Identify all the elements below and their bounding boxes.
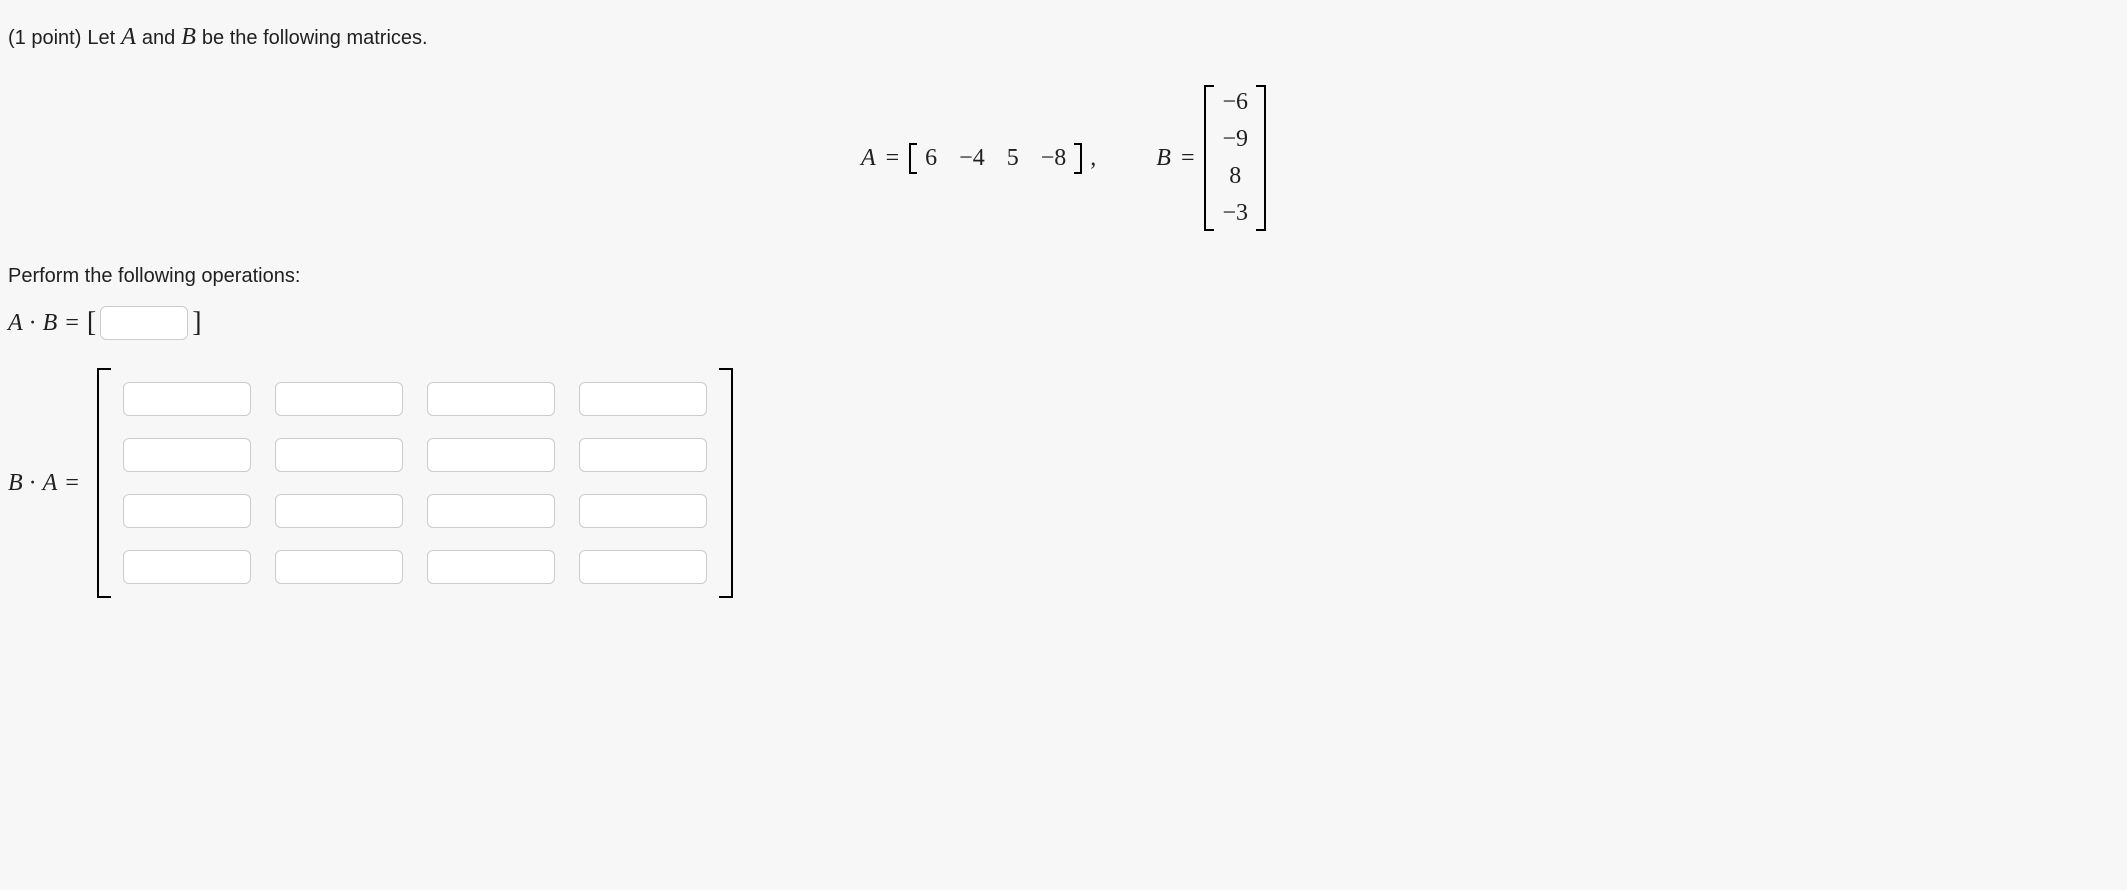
ba-input-r1c3[interactable] [427,382,555,416]
ba-input-r2c3[interactable] [427,438,555,472]
dot-operator: · [23,470,43,497]
ba-input-r1c4[interactable] [579,382,707,416]
ba-input-r2c4[interactable] [579,438,707,472]
symbol-A: A [121,24,136,51]
left-bracket-icon [909,143,917,174]
ba-answer-row: B · A = [8,368,2119,598]
ba-input-r1c1[interactable] [123,382,251,416]
intro-post: be the following matrices. [202,27,428,50]
ba-input-r1c2[interactable] [275,382,403,416]
right-bracket-icon [719,368,733,598]
matrix-A-cell: −4 [959,145,985,172]
matrix-A-cell: −8 [1041,145,1067,172]
right-bracket-icon: ] [188,307,201,339]
comma: , [1082,145,1096,172]
ab-B: B [43,310,58,337]
matrix-B-cell: −6 [1222,89,1248,116]
matrix-B-cell: 8 [1229,163,1241,190]
intro-pre: Let [87,27,115,50]
ba-input-r2c1[interactable] [123,438,251,472]
left-bracket-icon [97,368,111,598]
ba-input-r3c1[interactable] [123,494,251,528]
ab-A: A [8,310,23,337]
equals-sign: = [876,145,910,172]
matrix-A: 6 −4 5 −8 [909,143,1082,174]
right-bracket-icon [1074,143,1082,174]
A-label: A [861,145,876,172]
ba-A: A [43,470,58,497]
ab-answer-row: A · B = [ ] [8,306,2119,340]
left-bracket-icon: [ [87,307,96,339]
ba-input-r3c3[interactable] [427,494,555,528]
ba-input-r3c2[interactable] [275,494,403,528]
perform-label: Perform the following operations: [8,265,2119,288]
ba-input-r2c2[interactable] [275,438,403,472]
matrix-B-cell: −3 [1222,200,1248,227]
ba-B: B [8,470,23,497]
equals-sign: = [1171,145,1205,172]
ba-input-r4c1[interactable] [123,550,251,584]
symbol-B: B [181,24,196,51]
points-label: (1 point) [8,27,81,50]
matrix-A-cell: 5 [1007,145,1019,172]
dot-operator: · [23,310,43,337]
ba-answer-matrix [97,368,733,598]
right-bracket-icon [1256,85,1266,231]
left-bracket-icon [1204,85,1214,231]
matrix-B: −6 −9 8 −3 [1204,85,1266,231]
equals-sign: = [57,310,87,337]
ba-input-r4c2[interactable] [275,550,403,584]
matrix-definitions: A = 6 −4 5 −8 , B = −6 −9 [8,85,2119,231]
ab-input[interactable] [100,306,188,340]
B-label: B [1156,145,1171,172]
equals-sign: = [57,470,87,497]
intro-mid: and [142,27,175,50]
problem-intro: (1 point) Let A and B be the following m… [8,24,2119,51]
matrix-B-cell: −9 [1222,126,1248,153]
ba-input-r4c4[interactable] [579,550,707,584]
ba-input-r3c4[interactable] [579,494,707,528]
ba-input-r4c3[interactable] [427,550,555,584]
matrix-A-cell: 6 [925,145,937,172]
